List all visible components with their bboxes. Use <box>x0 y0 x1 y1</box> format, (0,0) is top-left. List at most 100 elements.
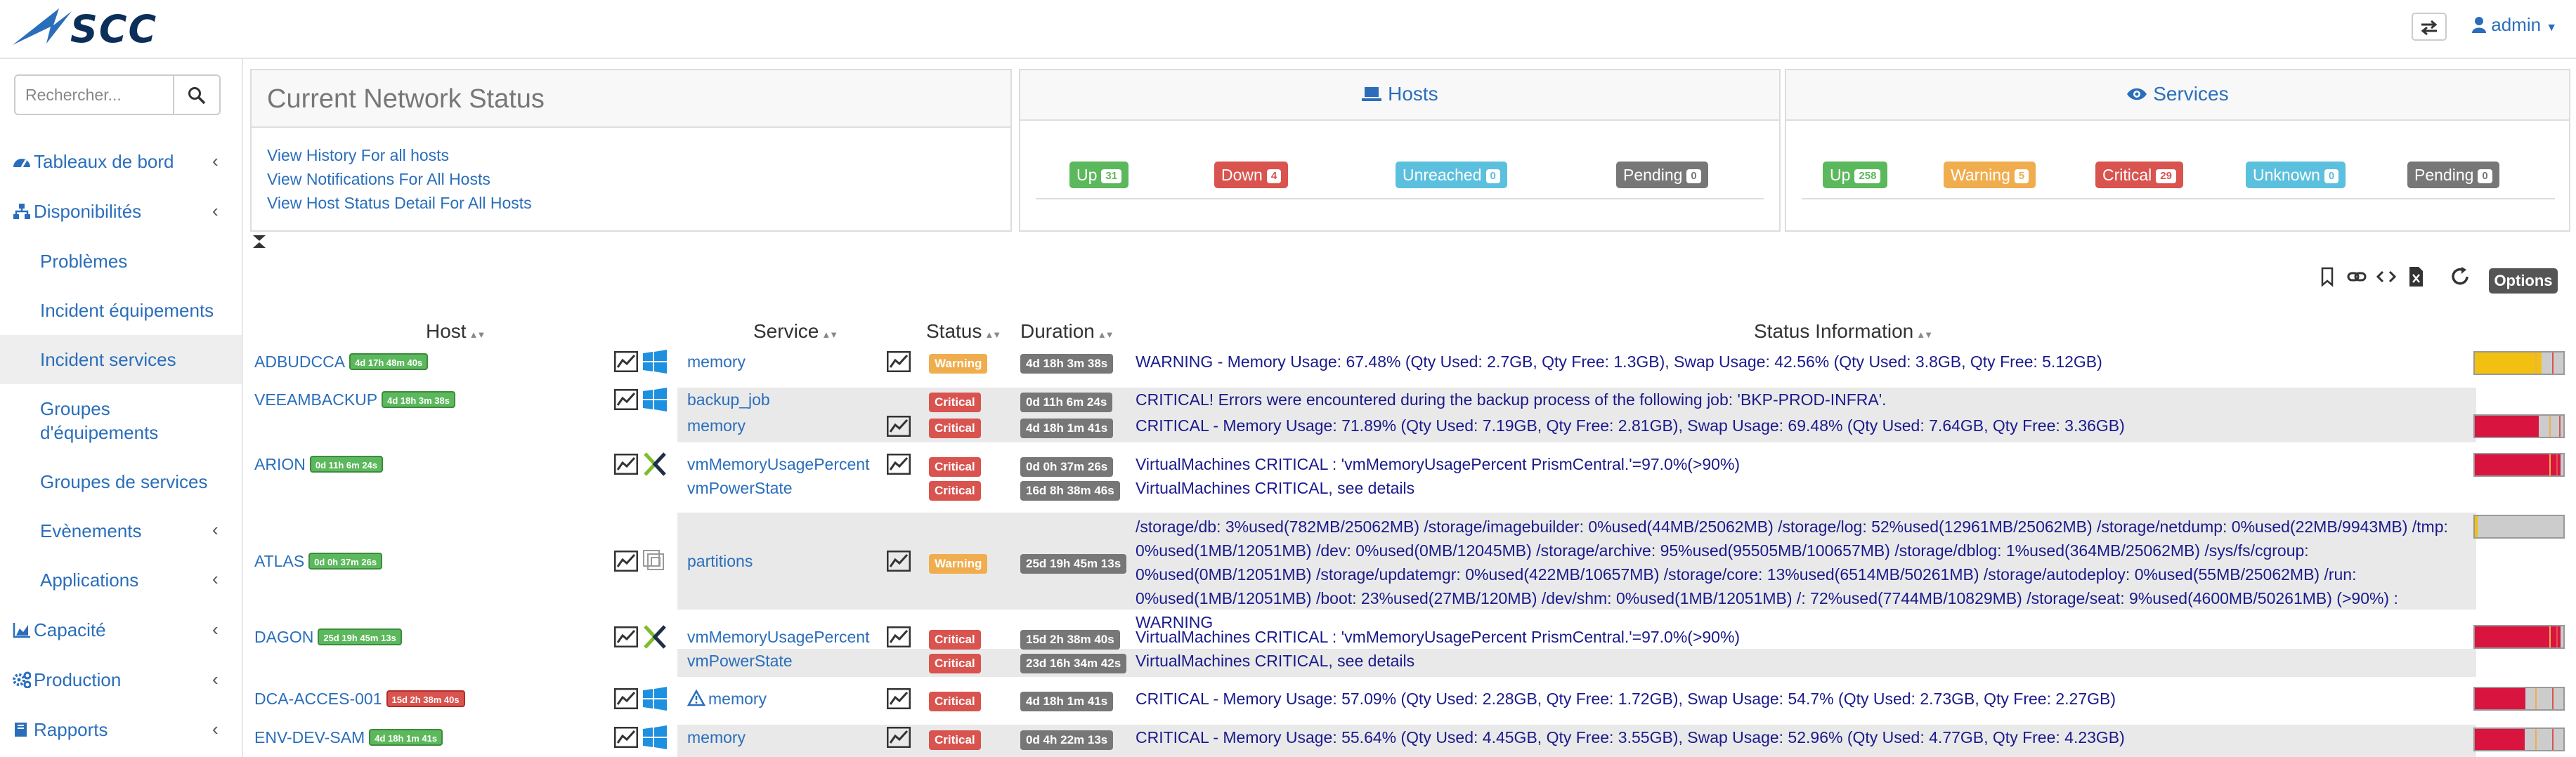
graph-icon[interactable] <box>614 727 638 748</box>
col-header-host[interactable]: Host ▲▼ <box>426 320 486 343</box>
services-warning-badge[interactable]: Warning 5 <box>1944 162 2036 188</box>
services-up-badge[interactable]: Up 258 <box>1823 162 1888 188</box>
service-link[interactable]: partitions <box>687 552 753 571</box>
duration-badge: 0d 4h 22m 13s <box>1020 730 1114 750</box>
graph-icon[interactable] <box>614 351 638 372</box>
user-menu[interactable]: admin ▼ <box>2472 14 2557 36</box>
graph-icon[interactable] <box>887 727 911 748</box>
options-button[interactable]: Options <box>2489 268 2558 294</box>
graph-icon[interactable] <box>887 688 911 709</box>
network-status-panel: Current Network Status View History For … <box>250 69 1012 232</box>
col-header-status-information[interactable]: Status Information ▲▼ <box>1754 320 1933 343</box>
chevron-left-icon: ‹ <box>212 718 219 739</box>
graph-icon[interactable] <box>614 389 638 410</box>
cogs-icon <box>13 671 31 688</box>
divider <box>1802 198 2555 199</box>
hosts-down-badge[interactable]: Down 4 <box>1214 162 1289 188</box>
status-info: VirtualMachines CRITICAL : 'vmMemoryUsag… <box>1136 628 1741 646</box>
host-link[interactable]: ARION 0d 11h 6m 24s <box>254 455 384 474</box>
sidebar-item-problemes[interactable]: Problèmes <box>0 237 242 286</box>
laptop-icon <box>1362 87 1382 101</box>
top-navbar: SCC admin ▼ <box>0 0 2576 59</box>
sidebar-item-applications[interactable]: Applications ‹ <box>0 555 242 605</box>
host-duration-badge: 0d 11h 6m 24s <box>309 456 384 473</box>
sidebar-item-groupes-services[interactable]: Groupes de services <box>0 457 242 506</box>
host-link[interactable]: VEEAMBACKUP 4d 18h 3m 38s <box>254 390 455 409</box>
col-header-service[interactable]: Service ▲▼ <box>753 320 838 343</box>
duration-badge: 25d 19h 45m 13s <box>1020 554 1127 574</box>
status-info: CRITICAL! Errors were encountered during… <box>1136 390 1887 409</box>
link-icon[interactable] <box>2347 265 2367 288</box>
service-link[interactable]: vmPowerState <box>687 479 793 498</box>
logo-swoosh-icon <box>13 8 72 45</box>
view-history-link[interactable]: View History For all hosts <box>267 146 449 165</box>
service-link[interactable]: memory <box>687 353 746 371</box>
service-link[interactable]: vmPowerState <box>687 652 793 671</box>
host-duration-badge: 25d 19h 45m 13s <box>318 628 402 645</box>
services-critical-badge[interactable]: Critical 29 <box>2095 162 2183 188</box>
code-icon[interactable] <box>2376 265 2396 288</box>
host-link[interactable]: ENV-DEV-SAM 4d 18h 1m 41s <box>254 728 443 747</box>
sidebar-item-incident-equipements[interactable]: Incident équipements <box>0 286 242 335</box>
hosts-up-badge[interactable]: Up 31 <box>1069 162 1129 188</box>
graph-icon[interactable] <box>614 626 638 647</box>
chevron-left-icon: ‹ <box>212 519 219 540</box>
duration-badge: 4d 18h 1m 41s <box>1020 419 1114 438</box>
service-link[interactable]: memory <box>687 728 746 747</box>
graph-icon[interactable] <box>887 454 911 475</box>
services-unknown-badge[interactable]: Unknown 0 <box>2246 162 2346 188</box>
search-input[interactable] <box>14 74 174 115</box>
graph-icon[interactable] <box>614 688 638 709</box>
service-link[interactable]: vmMemoryUsagePercent <box>687 455 869 474</box>
hosts-pending-badge[interactable]: Pending 0 <box>1616 162 1708 188</box>
perf-bar <box>2473 414 2565 438</box>
graph-icon[interactable] <box>887 551 911 572</box>
host-link[interactable]: DCA-ACCES-001 15d 2h 38m 40s <box>254 690 465 709</box>
warning-triangle-icon <box>687 690 705 706</box>
service-link[interactable]: backup_job <box>687 390 770 409</box>
host-link[interactable]: ADBUDCCA 4d 17h 48m 40s <box>254 353 429 371</box>
graph-icon[interactable] <box>614 454 638 475</box>
sidebar-item-groupes-equipements[interactable]: Groupes d'équipements <box>0 384 242 457</box>
hosts-unreached-badge[interactable]: Unreached 0 <box>1396 162 1507 188</box>
graph-icon[interactable] <box>887 416 911 437</box>
status-badge: Critical <box>929 393 981 412</box>
col-header-duration[interactable]: Duration ▲▼ <box>1020 320 1114 343</box>
search-button[interactable] <box>173 74 221 115</box>
export-excel-icon[interactable] <box>2406 265 2426 288</box>
view-host-status-link[interactable]: View Host Status Detail For All Hosts <box>267 194 532 213</box>
perf-bar <box>2473 515 2565 539</box>
sidebar-item-capacite[interactable]: Capacité ‹ <box>0 606 242 654</box>
sidebar-item-disponibilites[interactable]: Disponibilités ‹ <box>0 187 242 235</box>
swap-toggle-button[interactable] <box>2412 13 2447 41</box>
service-link[interactable]: memory <box>687 416 746 435</box>
sidebar-item-incident-services[interactable]: Incident services <box>0 335 242 384</box>
panel-header: Current Network Status <box>252 70 1010 128</box>
service-link[interactable]: vmMemoryUsagePercent <box>687 628 869 647</box>
status-badge: Critical <box>929 692 981 711</box>
perf-bar-fill <box>2475 688 2525 709</box>
bookmark-icon[interactable] <box>2317 265 2337 288</box>
user-name: admin <box>2491 14 2542 35</box>
services-pending-badge[interactable]: Pending 0 <box>2407 162 2499 188</box>
host-link[interactable]: ATLAS 0d 0h 37m 26s <box>254 552 383 571</box>
graph-icon[interactable] <box>614 551 638 572</box>
book-icon <box>15 723 27 737</box>
brand-logo[interactable]: SCC <box>10 4 207 51</box>
sidebar-item-evenements[interactable]: Evènements ‹ <box>0 506 242 555</box>
graph-icon[interactable] <box>887 626 911 647</box>
refresh-icon[interactable] <box>2448 265 2472 288</box>
sidebar: Tableaux de bord ‹ Disponibilités ‹ Prob… <box>0 59 243 757</box>
sidebar-item-rapports[interactable]: Rapports ‹ <box>0 706 242 753</box>
sidebar-item-production[interactable]: Production ‹ <box>0 656 242 704</box>
perf-bar-fill <box>2475 516 2478 537</box>
service-link[interactable]: memory <box>708 690 767 709</box>
collapse-panels-icon[interactable] <box>252 235 267 249</box>
col-header-status[interactable]: Status ▲▼ <box>926 320 1001 343</box>
perf-bar <box>2473 728 2565 751</box>
graph-icon[interactable] <box>887 351 911 372</box>
host-link[interactable]: DAGON 25d 19h 45m 13s <box>254 628 402 647</box>
status-badge: Critical <box>929 654 981 673</box>
sidebar-item-tableaux-de-bord[interactable]: Tableaux de bord ‹ <box>0 138 242 185</box>
view-notifications-link[interactable]: View Notifications For All Hosts <box>267 170 490 189</box>
